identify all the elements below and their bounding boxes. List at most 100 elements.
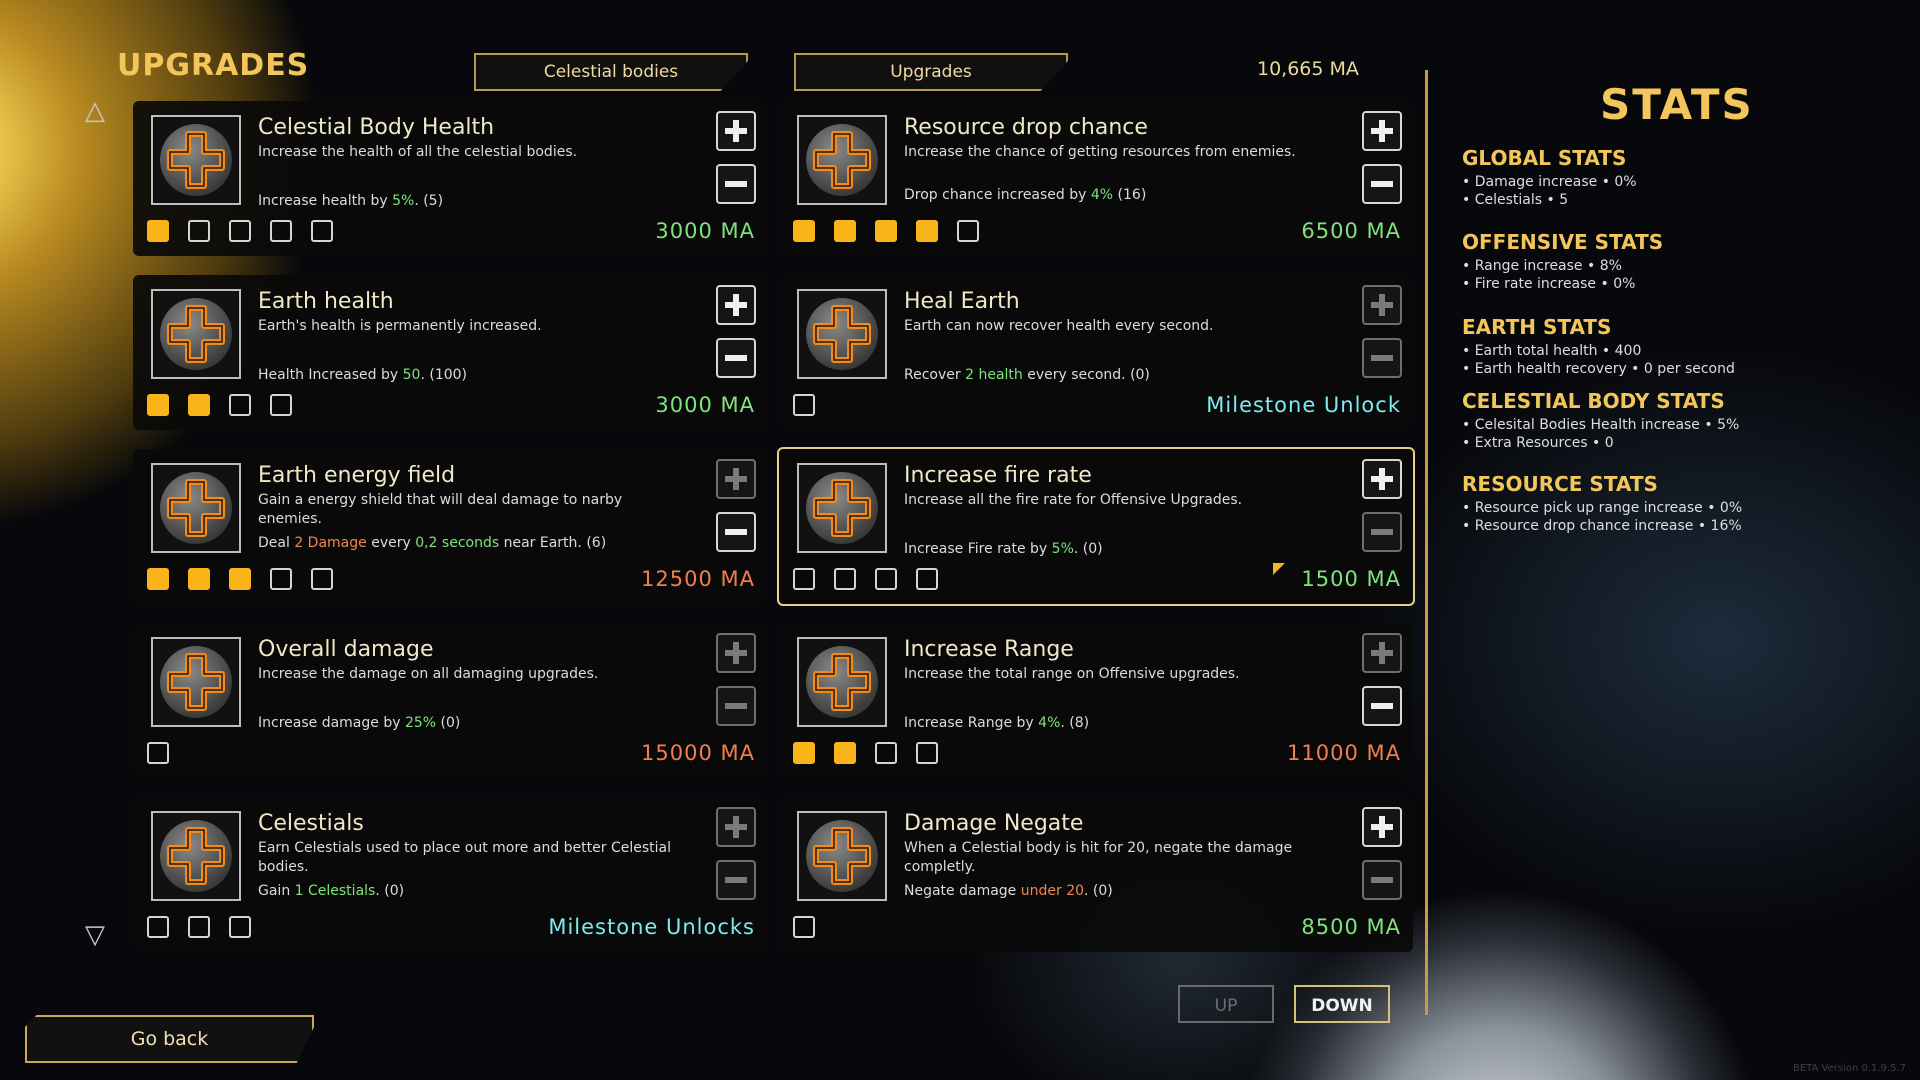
- level-box: [793, 568, 815, 590]
- upgrade-icon: [797, 463, 887, 553]
- detail-text: . (0): [375, 883, 405, 899]
- decrease-button[interactable]: [716, 512, 756, 552]
- upgrade-name: Resource drop chance: [904, 115, 1148, 140]
- upgrade-cost: 8500 MA: [1301, 915, 1401, 939]
- stat-line: • Extra Resources • 0: [1462, 435, 1614, 451]
- upgrade-icon: [797, 115, 887, 205]
- upgrade-icon: [797, 811, 887, 901]
- upgrade-cost: 6500 MA: [1301, 219, 1401, 243]
- detail-value: 1 Celestials: [294, 883, 376, 899]
- plus-cross-icon: [167, 305, 225, 363]
- up-button[interactable]: UP: [1178, 985, 1274, 1023]
- plus-cross-icon: [813, 827, 871, 885]
- tab-celestial-bodies[interactable]: Celestial bodies: [474, 53, 748, 91]
- increase-button[interactable]: [1362, 459, 1402, 499]
- increase-button[interactable]: [1362, 807, 1402, 847]
- decrease-button[interactable]: [1362, 512, 1402, 552]
- decrease-button[interactable]: [716, 686, 756, 726]
- detail-text: Gain: [258, 883, 295, 899]
- upgrade-description: Earth can now recover health every secon…: [904, 318, 1214, 334]
- level-box: [875, 220, 897, 242]
- level-box: [188, 394, 210, 416]
- increase-button[interactable]: [716, 111, 756, 151]
- upgrade-card[interactable]: Increase Range Increase the total range …: [779, 623, 1413, 778]
- upgrade-name: Overall damage: [258, 637, 434, 662]
- upgrade-card[interactable]: Earth health Earth's health is permanent…: [133, 275, 767, 430]
- scroll-up-arrow-icon[interactable]: △: [85, 96, 105, 126]
- detail-value: 50: [402, 367, 421, 383]
- plus-cross-icon: [167, 479, 225, 537]
- level-box: [834, 742, 856, 764]
- detail-value: 5%: [1051, 541, 1074, 557]
- level-box: [875, 742, 897, 764]
- decrease-button[interactable]: [716, 860, 756, 900]
- mouse-cursor-icon: [1273, 563, 1285, 575]
- detail-value: 0,2 seconds: [415, 535, 500, 551]
- increase-button[interactable]: [1362, 111, 1402, 151]
- upgrade-description: When a Celestial body is hit for 20, neg…: [904, 840, 1293, 875]
- decrease-button[interactable]: [716, 338, 756, 378]
- upgrade-cost: 3000 MA: [655, 393, 755, 417]
- level-box: [270, 220, 292, 242]
- increase-button[interactable]: [716, 633, 756, 673]
- upgrade-card[interactable]: Celestials Earn Celestials used to place…: [133, 797, 767, 952]
- level-box: [793, 916, 815, 938]
- detail-text: every: [366, 535, 416, 551]
- upgrade-detail: Recover 2 health every second. (0): [904, 367, 1150, 383]
- increase-button[interactable]: [716, 285, 756, 325]
- level-box: [147, 742, 169, 764]
- detail-text: Increase Range by: [904, 715, 1039, 731]
- level-box: [916, 568, 938, 590]
- upgrade-detail: Increase Range by 4%. (8): [904, 715, 1089, 731]
- upgrade-card[interactable]: Earth energy field Gain a energy shield …: [133, 449, 767, 604]
- upgrade-detail: Health Increased by 50. (100): [258, 367, 467, 383]
- upgrade-description: Increase the chance of getting resources…: [904, 144, 1296, 160]
- level-boxes: [793, 394, 834, 416]
- decrease-button[interactable]: [1362, 686, 1402, 726]
- level-box: [916, 220, 938, 242]
- level-box: [229, 394, 251, 416]
- upgrade-cost: 12500 MA: [641, 567, 755, 591]
- upgrade-card[interactable]: Celestial Body Health Increase the healt…: [133, 101, 767, 256]
- upgrade-card[interactable]: Resource drop chance Increase the chance…: [779, 101, 1413, 256]
- upgrade-detail: Drop chance increased by 4% (16): [904, 187, 1146, 203]
- level-box: [957, 220, 979, 242]
- upgrade-icon: [797, 289, 887, 379]
- decrease-button[interactable]: [716, 164, 756, 204]
- detail-text: Increase health by: [258, 193, 393, 209]
- level-boxes: [147, 742, 188, 764]
- detail-text: . (5): [414, 193, 444, 209]
- upgrade-card[interactable]: Overall damage Increase the damage on al…: [133, 623, 767, 778]
- increase-button[interactable]: [1362, 285, 1402, 325]
- upgrades-title: UPGRADES: [117, 48, 310, 83]
- upgrade-detail: Deal 2 Damage every 0,2 seconds near Ear…: [258, 535, 606, 551]
- level-box: [188, 916, 210, 938]
- plus-cross-icon: [167, 653, 225, 711]
- detail-value: 2 health: [965, 367, 1023, 383]
- detail-value: 4%: [1090, 187, 1114, 203]
- decrease-button[interactable]: [1362, 338, 1402, 378]
- level-box: [188, 568, 210, 590]
- detail-text: Negate damage: [904, 883, 1021, 899]
- upgrade-card[interactable]: Increase fire rate Increase all the fire…: [777, 447, 1415, 606]
- decrease-button[interactable]: [1362, 860, 1402, 900]
- go-back-button[interactable]: Go back: [25, 1015, 314, 1063]
- increase-button[interactable]: [716, 459, 756, 499]
- level-boxes: [793, 916, 834, 938]
- version-label: BETA Version 0.1.9.5.7: [1792, 1063, 1906, 1074]
- scroll-down-arrow-icon[interactable]: ▽: [85, 920, 105, 950]
- level-box: [311, 220, 333, 242]
- upgrade-card[interactable]: Damage Negate When a Celestial body is h…: [779, 797, 1413, 952]
- down-button[interactable]: DOWN: [1294, 985, 1390, 1023]
- level-box: [834, 568, 856, 590]
- tab-upgrades[interactable]: Upgrades: [794, 53, 1068, 91]
- upgrade-description: Gain a energy shield that will deal dama…: [258, 492, 623, 527]
- upgrade-description: Increase the health of all the celestial…: [258, 144, 578, 160]
- plus-cross-icon: [813, 479, 871, 537]
- decrease-button[interactable]: [1362, 164, 1402, 204]
- stat-line: • Earth total health • 400: [1462, 343, 1642, 359]
- increase-button[interactable]: [1362, 633, 1402, 673]
- increase-button[interactable]: [716, 807, 756, 847]
- upgrade-card[interactable]: Heal Earth Earth can now recover health …: [779, 275, 1413, 430]
- detail-text: . (0): [1084, 883, 1113, 899]
